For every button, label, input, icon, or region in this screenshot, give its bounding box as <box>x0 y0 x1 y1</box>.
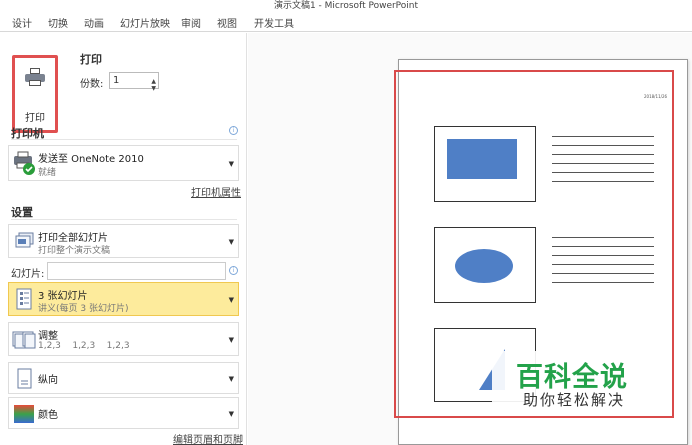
printer-ready-icon <box>12 151 36 175</box>
info-icon[interactable]: i <box>229 126 238 135</box>
print-button-label: 打印 <box>25 113 45 124</box>
tab-animations[interactable]: 动画 <box>84 15 104 30</box>
tab-view[interactable]: 视图 <box>217 15 237 30</box>
printer-dropdown[interactable]: 发送至 OneNote 2010 就绪 ▼ <box>8 145 239 181</box>
print-settings-pane: 打印 打印 份数: 1 ▲ ▼ 打印机 i 发送至 OneNote 2010 就… <box>0 33 247 445</box>
copies-value: 1 <box>113 75 120 86</box>
divider <box>11 219 237 220</box>
collate-dropdown[interactable]: 调整 1,2,3 1,2,3 1,2,3 ▼ <box>8 322 239 356</box>
copies-label: 份数: <box>80 79 104 90</box>
info-icon[interactable]: i <box>229 266 238 275</box>
printer-properties-link[interactable]: 打印机属性 <box>191 184 241 199</box>
color-dropdown[interactable]: 颜色 ▼ <box>8 397 239 429</box>
chevron-down-icon: ▼ <box>228 410 234 418</box>
print-section-title: 打印 <box>80 53 102 66</box>
chevron-down-icon: ▼ <box>228 238 234 246</box>
layout-dropdown[interactable]: 3 张幻灯片 讲义(每页 3 张幻灯片) ▼ <box>8 282 239 316</box>
print-preview-area: 2018/11/26 1 百科全说 助你轻松解决 <box>248 33 692 445</box>
tab-design[interactable]: 设计 <box>12 15 32 30</box>
collate-title: 调整 <box>38 331 58 342</box>
chevron-down-icon: ▼ <box>228 336 234 344</box>
chevron-down-icon: ▼ <box>228 296 234 304</box>
color-title: 颜色 <box>38 410 58 421</box>
title-bar: 演示文稿1 - Microsoft PowerPoint <box>0 0 692 11</box>
print-range-title: 打印全部幻灯片 <box>38 233 108 244</box>
tab-developer[interactable]: 开发工具 <box>254 15 294 30</box>
slides-stack-icon <box>12 230 36 254</box>
orientation-title: 纵向 <box>38 375 58 386</box>
layout-title: 3 张幻灯片 <box>38 291 88 302</box>
print-range-dropdown[interactable]: 打印全部幻灯片 打印整个演示文稿 ▼ <box>8 224 239 258</box>
printer-status: 就绪 <box>38 168 57 178</box>
layout-subtitle: 讲义(每页 3 张幻灯片) <box>38 304 129 314</box>
orientation-dropdown[interactable]: 纵向 ▼ <box>8 362 239 394</box>
tab-transitions[interactable]: 切换 <box>48 15 68 30</box>
collate-subtitle: 1,2,3 1,2,3 1,2,3 <box>38 341 130 351</box>
ribbon-tabs: 设计 切换 动画 幻灯片放映 审阅 视图 开发工具 <box>0 10 692 32</box>
portrait-icon <box>12 367 36 391</box>
chevron-down-icon: ▼ <box>228 375 234 383</box>
tab-slideshow[interactable]: 幻灯片放映 <box>120 15 170 30</box>
tab-review[interactable]: 审阅 <box>181 15 201 30</box>
printer-name: 发送至 OneNote 2010 <box>38 154 144 165</box>
divider <box>11 139 237 140</box>
settings-header: 设置 <box>11 206 33 219</box>
spin-down-icon[interactable]: ▼ <box>151 81 156 96</box>
slides-input[interactable] <box>47 262 226 280</box>
collate-icon <box>12 328 36 352</box>
print-range-subtitle: 打印整个演示文稿 <box>38 246 111 256</box>
chevron-down-icon: ▼ <box>228 160 234 168</box>
watermark: 百科全说 助你轻松解决 <box>492 351 644 409</box>
printer-icon <box>25 68 45 86</box>
handout-layout-icon <box>12 287 36 311</box>
edit-header-footer-link[interactable]: 编辑页眉和页脚 <box>173 431 243 445</box>
watermark-subtitle: 助你轻松解决 <box>523 391 626 409</box>
color-swatch-icon <box>12 402 36 426</box>
slides-label: 幻灯片: <box>11 269 45 280</box>
copies-stepper[interactable]: 1 ▲ ▼ <box>109 72 159 92</box>
print-button[interactable]: 打印 <box>12 55 58 133</box>
